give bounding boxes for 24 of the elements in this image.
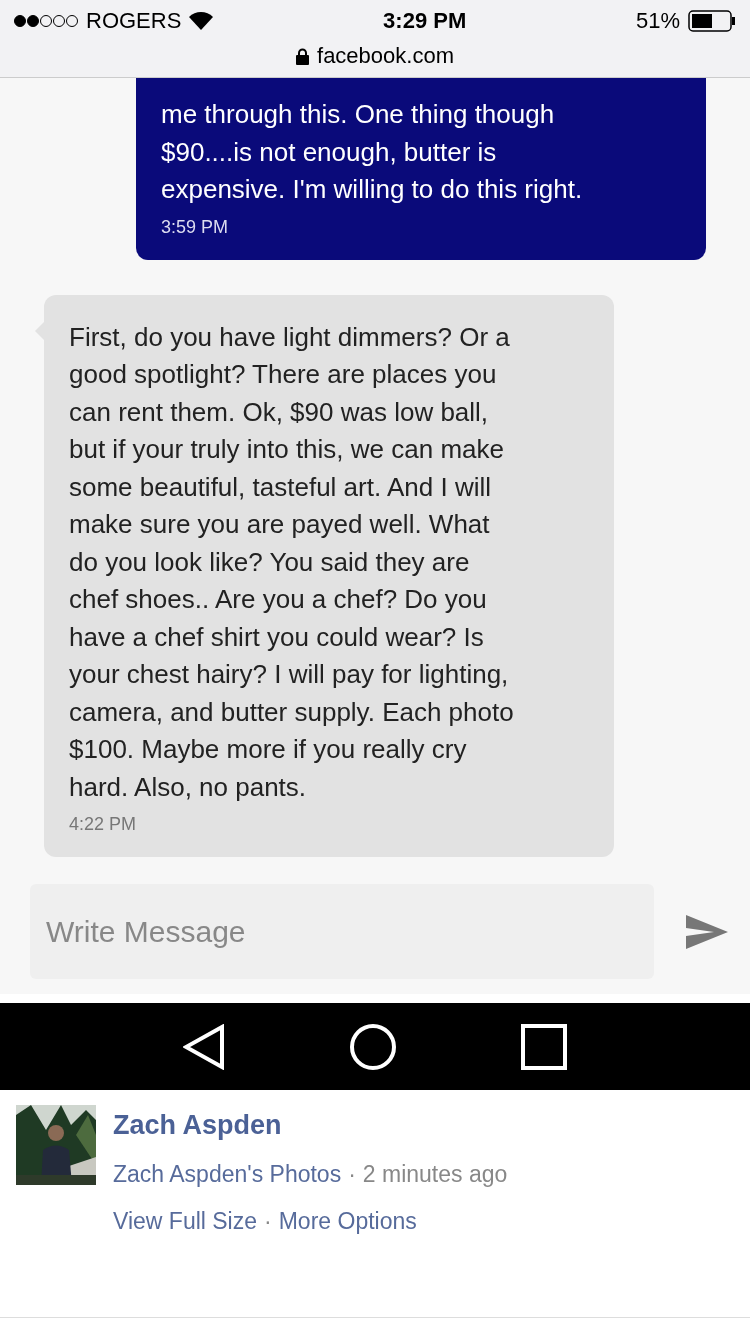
recent-apps-icon[interactable]	[521, 1023, 568, 1070]
carrier-name: ROGERS	[86, 8, 182, 34]
battery-percentage: 51%	[635, 8, 680, 34]
separator-dot: ·	[348, 1161, 356, 1188]
message-time: 4:22 PM	[69, 814, 138, 835]
back-icon[interactable]	[182, 1023, 225, 1070]
separator-dot: ·	[264, 1208, 272, 1235]
album-link[interactable]: Zach Aspden's Photos	[113, 1161, 342, 1188]
clock-time: 3:29 PM	[383, 8, 467, 34]
message-time: 3:59 PM	[161, 216, 230, 238]
page-url[interactable]: facebook.com	[317, 43, 454, 69]
message-text: me through this. One thing though $90....is not enough, butter is expensive. I'm willing to do this right.	[161, 98, 584, 206]
author-name-link[interactable]: Zach Aspden	[113, 1110, 508, 1141]
message-input-field[interactable]: Write Message	[30, 884, 654, 979]
lock-icon	[296, 47, 309, 65]
signal-strength-icon	[14, 14, 78, 28]
action-link[interactable]: View Full Size	[113, 1208, 258, 1235]
wifi-icon	[189, 12, 214, 30]
message-text: First, do you have light dimmers? Or a good spotlight? There are places you can rent them. Ok, $90 was low ball, but if your truly into this, we can make some beautiful, tasteful art. And I will make sure you are payed well. What do you look like? You said they are chef shoes.. Are you a chef? Do you have a chef shirt you could wear? Is your chest hairy? I will pay for lighting, camera, and butter supply. Each photo $100. Maybe more if you really cry hard. Also, no pants.	[69, 320, 515, 804]
send-icon[interactable]	[686, 914, 728, 949]
post-age: 2 minutes ago	[362, 1161, 508, 1188]
action-link[interactable]: More Options	[278, 1208, 417, 1235]
battery-icon	[688, 10, 736, 32]
home-icon[interactable]	[350, 1023, 396, 1070]
